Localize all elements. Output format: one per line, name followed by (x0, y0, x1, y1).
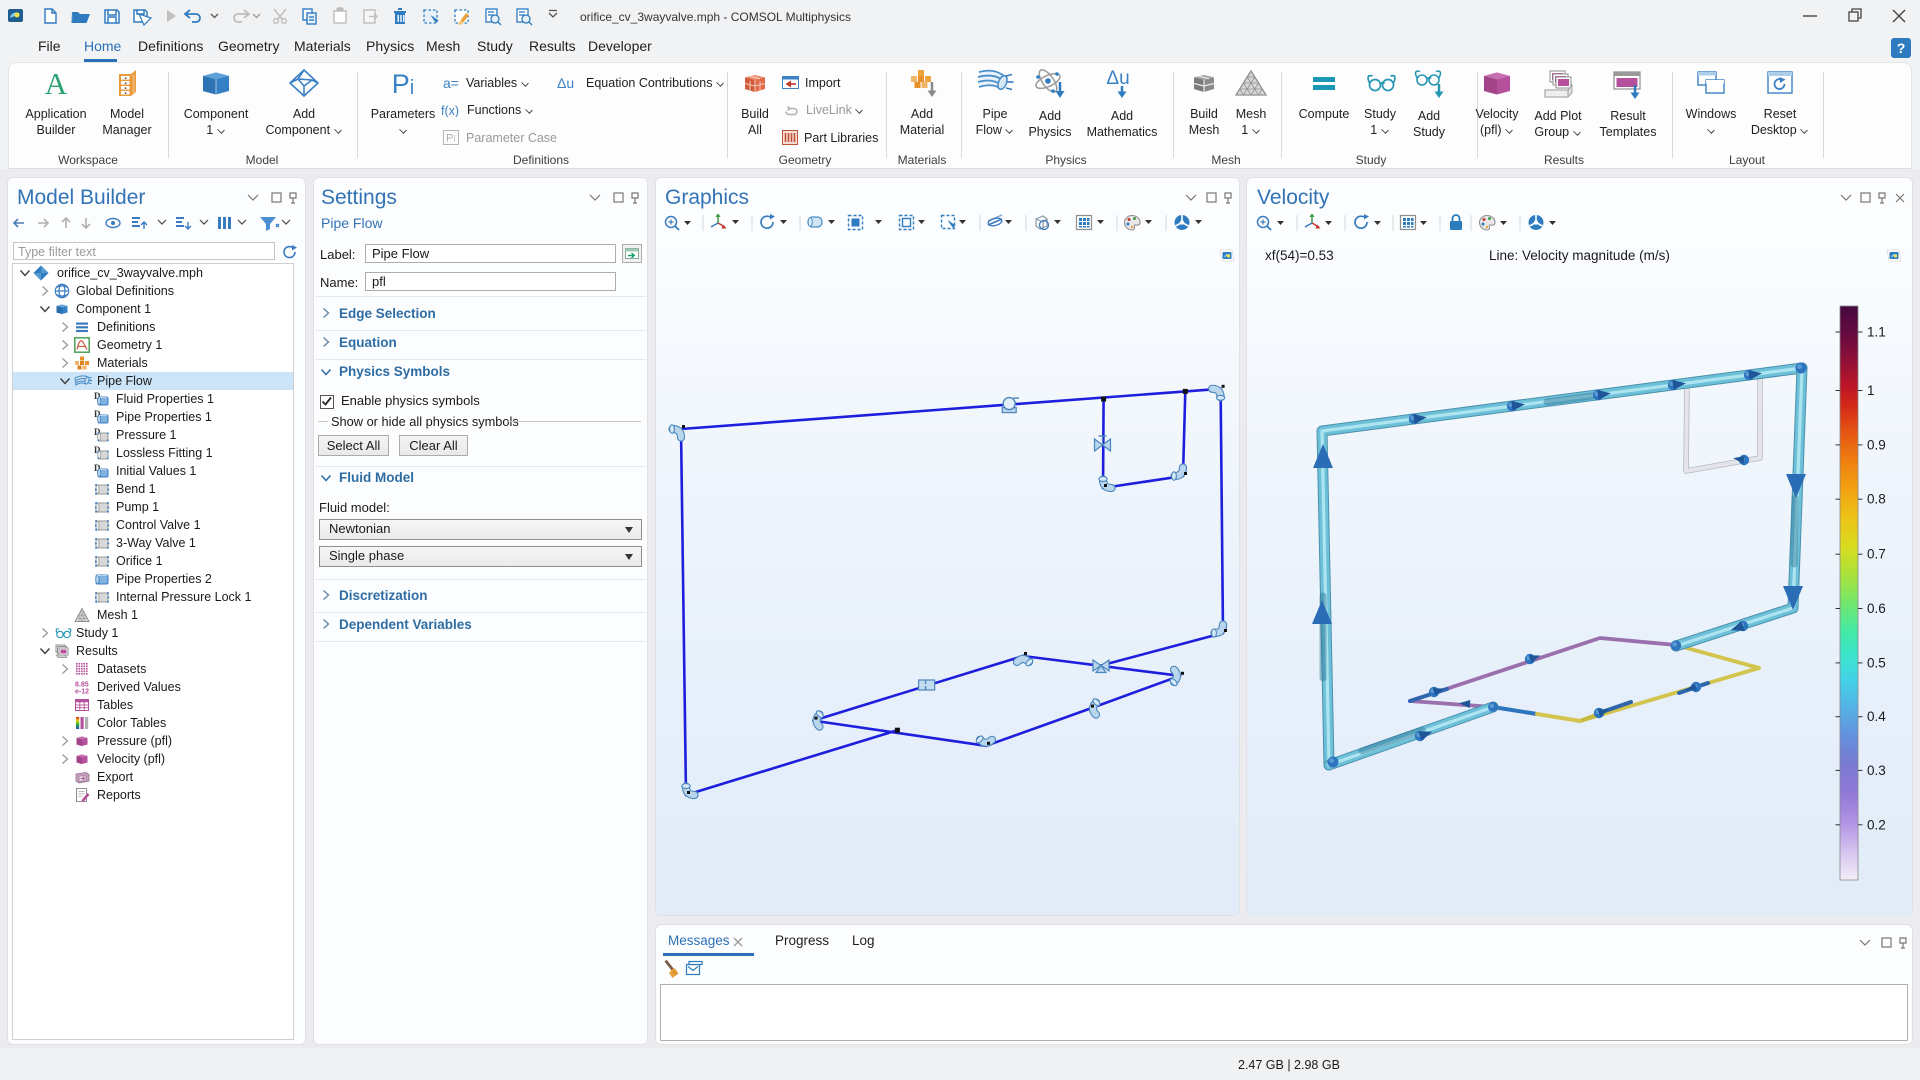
svg-text:0.8: 0.8 (1867, 492, 1886, 507)
svg-text:1: 1 (1867, 383, 1875, 398)
svg-text:8.85: 8.85 (75, 682, 89, 689)
svg-text:Δu: Δu (557, 76, 574, 90)
svg-text:0.3: 0.3 (1867, 763, 1886, 778)
svg-text:Pi: Pi (392, 69, 414, 98)
svg-text:e-12: e-12 (75, 689, 89, 696)
svg-text:0.9: 0.9 (1867, 437, 1886, 452)
svg-text:f(x): f(x) (441, 104, 459, 117)
svg-text:a=: a= (443, 77, 459, 90)
svg-text:1.1: 1.1 (1867, 325, 1886, 340)
svg-text:0.6: 0.6 (1867, 601, 1886, 616)
svg-text:0.7: 0.7 (1867, 547, 1886, 562)
svg-text:0.5: 0.5 (1867, 655, 1886, 670)
svg-text:0.4: 0.4 (1867, 709, 1886, 724)
svg-text:Δu: Δu (1106, 68, 1129, 89)
svg-text:A: A (45, 68, 68, 98)
svg-text:Pi: Pi (446, 133, 455, 145)
svg-text:0.2: 0.2 (1867, 817, 1886, 832)
